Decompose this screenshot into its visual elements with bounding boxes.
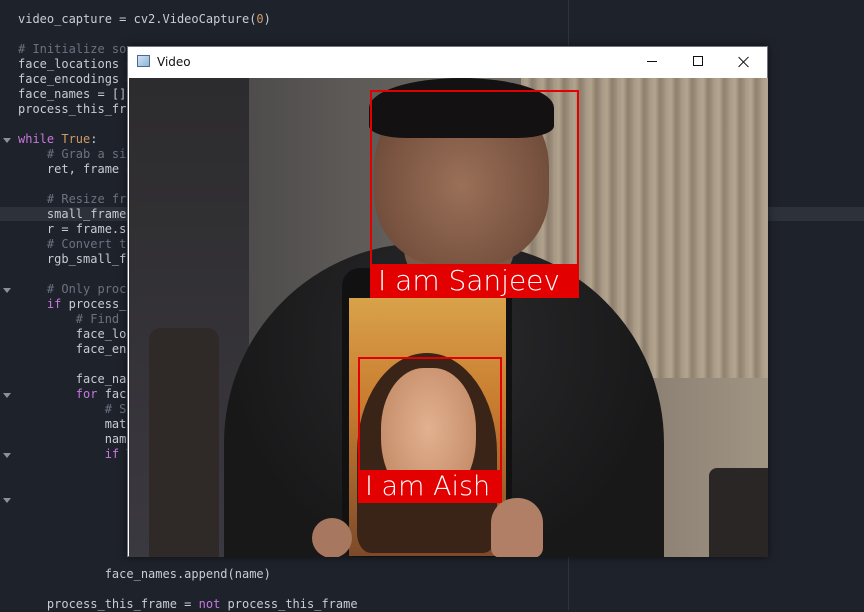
code-token: process_this_frame: [227, 597, 358, 611]
code-token: rgb_small_fr: [18, 252, 134, 266]
code-token: 0: [256, 12, 264, 26]
code-line[interactable]: video_capture = cv2.VideoCapture(0): [18, 12, 358, 27]
code-token: # Only proce: [18, 282, 134, 296]
code-token: matc: [18, 417, 134, 431]
code-token: not: [198, 597, 228, 611]
chair-right: [709, 468, 768, 557]
code-token: # Initialize som: [18, 42, 134, 56]
code-token: name: [18, 432, 134, 446]
fold-arrow-icon[interactable]: [3, 453, 11, 458]
code-token: face_names.append(name): [18, 567, 271, 581]
code-line[interactable]: [18, 582, 358, 597]
code-token: process_this_frame =: [18, 597, 199, 611]
hand-right: [491, 498, 543, 557]
minimize-button[interactable]: [629, 47, 675, 77]
fold-arrow-icon[interactable]: [3, 138, 11, 143]
code-token: ret, frame =: [18, 162, 134, 176]
code-token: face_nam: [18, 372, 134, 386]
code-token: # Convert th: [18, 237, 134, 251]
window-titlebar[interactable]: Video: [128, 47, 767, 77]
maximize-button[interactable]: [675, 47, 721, 77]
face-detection-label: I am Sanjeev: [370, 264, 579, 298]
window-app-icon: [137, 55, 150, 67]
code-token: face_locations =: [18, 57, 141, 71]
code-token: face_enc: [18, 342, 134, 356]
code-token: face_names = []: [18, 87, 127, 101]
face-detection-label: I am Aish: [358, 470, 502, 503]
code-line[interactable]: face_names.append(name): [18, 567, 358, 582]
code-token: # Resize fra: [18, 192, 134, 206]
code-token: small_frame: [18, 207, 134, 221]
fold-arrow-icon[interactable]: [3, 288, 11, 293]
code-token: for: [75, 387, 105, 401]
minimize-icon: [647, 61, 657, 62]
code-token: # Find a: [18, 312, 134, 326]
code-token: ): [263, 12, 271, 26]
code-token: # Se: [18, 402, 134, 416]
code-token: face_loc: [18, 327, 134, 341]
video-frame: I am Sanjeev I am Aish: [129, 78, 768, 557]
code-token: process_t: [68, 297, 134, 311]
code-token: face_encodings =: [18, 72, 141, 86]
code-token: True: [61, 132, 91, 146]
video-window[interactable]: Video I am Sanjeev I am Aish: [127, 46, 768, 557]
face-detection-box: [358, 357, 502, 472]
face-detection-box: [370, 90, 579, 270]
code-token: if: [104, 447, 127, 461]
window-title: Video: [157, 55, 191, 69]
code-token: video_capture = cv2.VideoCapture(: [18, 12, 257, 26]
code-token: # Grab a sin: [18, 147, 134, 161]
code-token: process_this_fra: [18, 102, 134, 116]
fold-arrow-icon[interactable]: [3, 498, 11, 503]
hand-left: [312, 518, 352, 557]
code-line[interactable]: [18, 27, 358, 42]
chair: [149, 328, 219, 557]
close-icon: [737, 55, 751, 69]
code-token: r = frame.sh: [18, 222, 134, 236]
fold-arrow-icon[interactable]: [3, 393, 11, 398]
close-button[interactable]: [721, 47, 767, 77]
code-token: while: [18, 132, 62, 146]
code-token: if: [46, 297, 69, 311]
code-token: :: [90, 132, 98, 146]
maximize-icon: [693, 56, 703, 66]
